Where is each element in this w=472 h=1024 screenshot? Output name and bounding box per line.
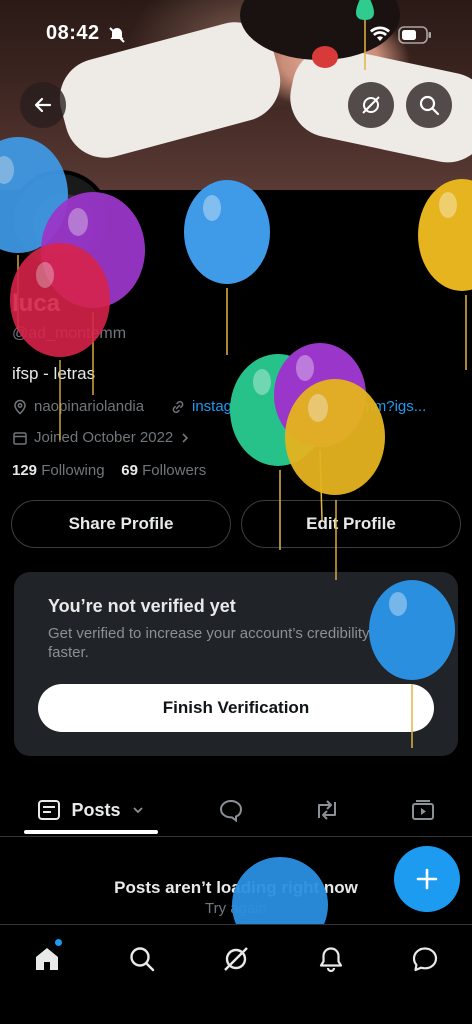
nav-search[interactable] [122,939,162,979]
tabs-divider [0,836,472,837]
followers-link[interactable]: 69 Followers [121,462,206,479]
try-again-link[interactable]: Try again [0,900,472,917]
profile-tabs: Posts [0,784,472,836]
plus-icon [416,868,438,890]
location-pin-icon [14,399,26,414]
profile-handle: @ad_montemm [12,325,127,342]
following-label: Following [41,462,105,479]
joined-text: Joined October 2022 [34,429,174,446]
status-time: 08:42 [46,22,100,44]
search-icon [130,947,155,972]
media-play-icon [412,800,434,820]
bell-slash-icon [109,27,125,43]
avatar[interactable] [10,170,110,270]
home-icon [36,948,58,970]
search-icon [419,95,440,116]
website-link[interactable]: instagram.com/ad_montemm?igs... [192,398,426,415]
wifi-icon [370,26,390,41]
followers-label: Followers [142,462,207,479]
finish-verification-button[interactable]: Finish Verification [38,684,434,732]
profile-joined[interactable]: Joined October 2022 [12,429,191,446]
profile-name: luca [12,290,61,317]
grok-icon [362,96,380,114]
grok-button[interactable] [348,82,394,128]
followers-count: 69 [121,462,138,479]
edit-profile-button[interactable]: Edit Profile [241,500,461,548]
chevron-right-icon [182,432,189,443]
location-text: naopinariolandia [34,398,145,415]
repost-icon [318,800,336,820]
nav-grok[interactable] [216,939,256,979]
link-icon [172,400,184,413]
profile-bio: ifsp - letras [12,364,96,383]
tab-posts[interactable]: Posts [24,784,158,836]
bell-icon [319,947,343,973]
nav-home[interactable] [27,939,67,979]
message-bubble-icon [412,947,438,972]
balloon-icon [418,179,472,370]
arrow-left-icon [34,97,52,113]
tab-media[interactable] [398,784,448,836]
close-icon[interactable] [420,594,436,610]
tab-posts-label: Posts [71,799,121,820]
posts-feed-icon [38,800,61,820]
balloon-icon [274,343,366,521]
balloon-icon [184,180,270,355]
chevron-down-icon [132,807,143,814]
tab-active-indicator [24,830,158,834]
status-bar: 08:42 [0,0,472,70]
tab-replies[interactable] [206,784,256,836]
nav-messages[interactable] [405,939,445,979]
verification-title: You’re not verified yet [48,596,236,616]
home-notification-dot [55,939,62,946]
profile-location: naopinariolandia [12,398,144,415]
search-button[interactable] [406,82,452,128]
share-profile-button[interactable]: Share Profile [11,500,231,548]
tab-reposts[interactable] [302,784,352,836]
profile-website[interactable]: instagram.com/ad_montemm?igs... [170,398,426,415]
reply-bubble-icon [219,799,243,822]
verification-card: You’re not verified yet Get verified to … [14,572,458,756]
profile-stats: 129 Following 69 Followers [12,462,206,479]
grok-icon [224,947,248,971]
following-link[interactable]: 129 Following [12,462,105,479]
battery-icon [398,26,431,44]
back-button[interactable] [20,82,66,128]
following-count: 129 [12,462,38,479]
avatar-image [34,194,94,254]
nav-notifications[interactable] [311,939,351,979]
bottom-nav [0,924,472,1024]
compose-button[interactable] [394,846,460,912]
calendar-icon [13,431,27,445]
verification-body: Get verified to increase your account’s … [48,625,436,661]
